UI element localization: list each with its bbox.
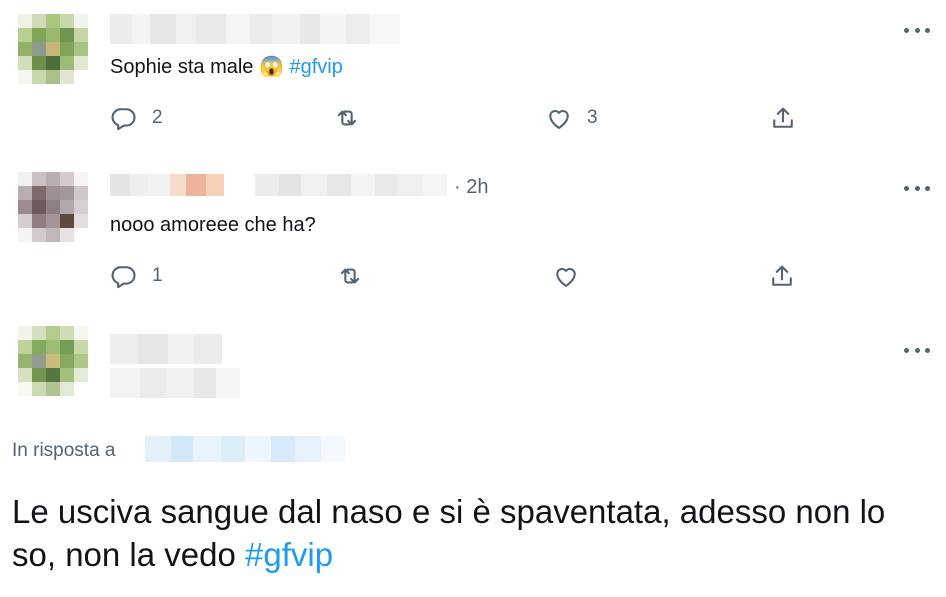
tweet-text: nooo amoreee che ha? <box>110 212 316 238</box>
reply-button[interactable]: 1 <box>110 262 163 290</box>
user-handle-redacted[interactable] <box>255 174 447 196</box>
reply-icon <box>111 266 136 289</box>
like-button[interactable] <box>552 262 594 290</box>
main-tweet-text: Le usciva sangue dal naso e si è spavent… <box>12 490 912 576</box>
reply-count: 2 <box>152 107 163 128</box>
user-name-redacted[interactable] <box>110 334 222 364</box>
hashtag-link[interactable]: #gfvip <box>289 56 342 78</box>
tweet-timestamp[interactable]: · 2h <box>454 176 488 199</box>
more-icon[interactable] <box>904 346 930 354</box>
retweet-button[interactable] <box>336 262 378 290</box>
retweet-button[interactable] <box>333 104 375 132</box>
reply-to-line: In risposta a <box>12 440 116 462</box>
main-tweet-body: Le usciva sangue dal naso e si è spavent… <box>12 493 886 573</box>
share-button[interactable] <box>769 104 797 132</box>
tweet-body: Sophie sta male <box>110 56 254 78</box>
heart-icon <box>549 110 569 129</box>
avatar[interactable] <box>18 172 88 242</box>
reply-button[interactable]: 2 <box>110 104 163 132</box>
tweet-text: Sophie sta male 😱 #gfvip <box>110 54 343 80</box>
user-name-redacted[interactable] <box>110 174 240 196</box>
share-icon <box>772 265 792 286</box>
more-icon[interactable] <box>904 184 930 192</box>
screaming-face-emoji: 😱 <box>258 56 284 78</box>
reply-to-handle-redacted[interactable] <box>145 436 345 462</box>
reply-count: 1 <box>152 265 163 286</box>
avatar[interactable] <box>18 14 88 84</box>
user-handle-redacted[interactable] <box>110 368 240 398</box>
hashtag-link[interactable]: #gfvip <box>245 536 333 573</box>
reply-to-label: In risposta a <box>12 440 116 461</box>
share-button[interactable] <box>768 262 796 290</box>
share-icon <box>773 107 793 128</box>
retweet-icon <box>340 268 360 284</box>
reply-icon <box>111 108 136 131</box>
tweet-body: nooo amoreee che ha? <box>110 214 316 236</box>
like-button[interactable]: 3 <box>545 104 598 132</box>
heart-icon <box>556 268 576 287</box>
retweet-icon <box>337 110 357 126</box>
like-count: 3 <box>587 107 598 128</box>
more-icon[interactable] <box>904 26 930 34</box>
avatar[interactable] <box>18 326 88 396</box>
user-name-redacted[interactable] <box>110 14 400 44</box>
